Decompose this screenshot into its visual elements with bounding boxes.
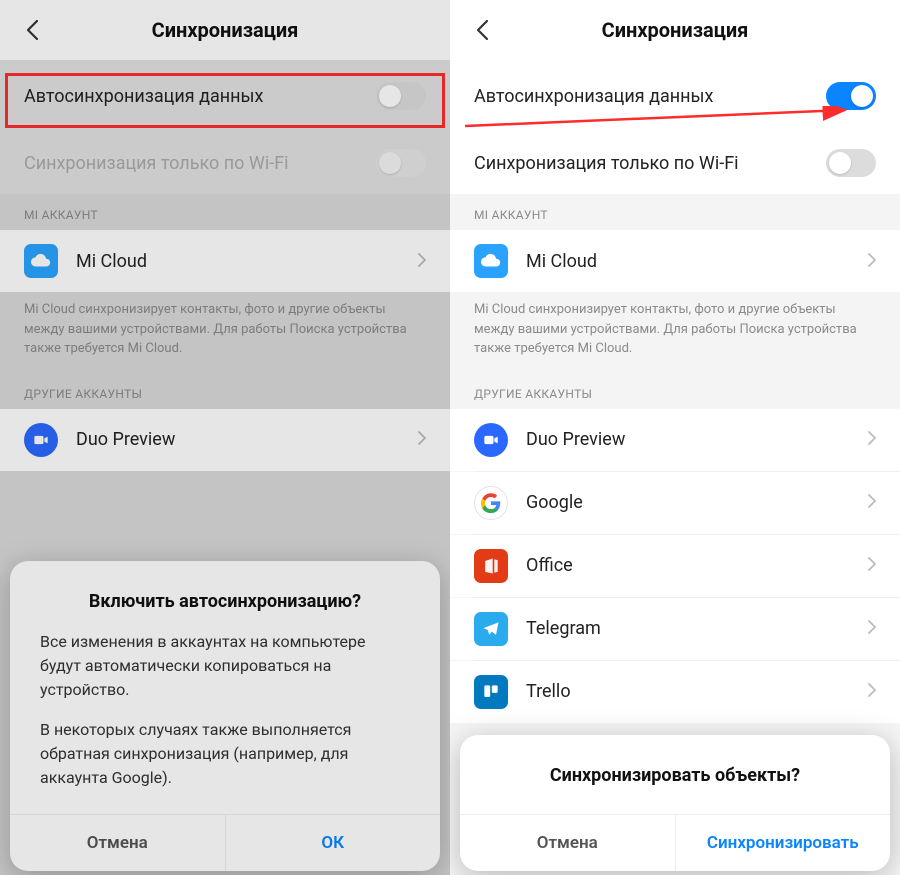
google-icon	[474, 486, 508, 520]
mi-cloud-item[interactable]: Mi Cloud	[0, 230, 450, 292]
chevron-right-icon	[418, 430, 426, 449]
dialog-confirm-button[interactable]: Синхронизировать	[675, 815, 891, 871]
chevron-right-icon	[418, 252, 426, 271]
cloud-icon	[474, 244, 508, 278]
header: Синхронизация	[450, 0, 900, 60]
account-google-label: Google	[526, 492, 868, 513]
header: Синхронизация	[0, 0, 450, 60]
mi-cloud-label: Mi Cloud	[526, 251, 868, 272]
chevron-right-icon	[868, 682, 876, 701]
account-telegram-label: Telegram	[526, 618, 868, 639]
cloud-icon	[24, 244, 58, 278]
left-screenshot: Синхронизация Автосинхронизация данных С…	[0, 0, 450, 875]
dialog-cancel-button[interactable]: Отмена	[10, 815, 225, 871]
trello-icon	[474, 675, 508, 709]
account-duo-label: Duo Preview	[526, 429, 868, 450]
chevron-right-icon	[868, 252, 876, 271]
chevron-right-icon	[868, 493, 876, 512]
chevron-right-icon	[868, 619, 876, 638]
mi-cloud-item[interactable]: Mi Cloud	[450, 230, 900, 292]
account-trello-label: Trello	[526, 681, 868, 702]
autosync-label: Автосинхронизация данных	[474, 86, 826, 107]
section-mi-header: MI АККАУНТ	[0, 194, 450, 230]
wifi-only-row[interactable]: Синхронизация только по Wi-Fi	[450, 132, 900, 194]
telegram-icon	[474, 612, 508, 646]
autosync-row[interactable]: Автосинхронизация данных	[450, 60, 900, 132]
dialog-title: Синхронизировать объекты?	[460, 735, 890, 814]
chevron-right-icon	[868, 556, 876, 575]
section-mi-header: MI АККАУНТ	[450, 194, 900, 230]
wifi-only-toggle[interactable]	[826, 149, 876, 177]
mi-cloud-desc: Mi Cloud синхронизирует контакты, фото и…	[450, 292, 900, 373]
page-title: Синхронизация	[20, 18, 430, 42]
wifi-only-row: Синхронизация только по Wi-Fi	[0, 132, 450, 194]
account-office[interactable]: Office	[450, 535, 900, 597]
dialog-actions: Отмена Синхронизировать	[460, 814, 890, 871]
account-duo-label: Duo Preview	[76, 429, 418, 450]
autosync-dialog: Включить автосинхронизацию? Все изменени…	[10, 561, 440, 871]
dialog-actions: Отмена ОК	[10, 814, 440, 871]
duo-icon	[474, 423, 508, 457]
dialog-title: Включить автосинхронизацию?	[10, 561, 440, 630]
autosync-toggle[interactable]	[376, 82, 426, 110]
sync-dialog: Синхронизировать объекты? Отмена Синхрон…	[460, 735, 890, 871]
wifi-only-label: Синхронизация только по Wi-Fi	[24, 153, 376, 174]
autosync-label: Автосинхронизация данных	[24, 86, 376, 107]
account-office-label: Office	[526, 555, 868, 576]
dialog-body: Все изменения в аккаунтах на компьютере …	[10, 630, 440, 814]
page-title: Синхронизация	[470, 18, 880, 42]
mi-cloud-desc: Mi Cloud синхронизирует контакты, фото и…	[0, 292, 450, 373]
duo-icon	[24, 423, 58, 457]
dialog-cancel-button[interactable]: Отмена	[460, 815, 675, 871]
account-duo[interactable]: Duo Preview	[0, 409, 450, 471]
wifi-only-toggle	[376, 149, 426, 177]
office-icon	[474, 549, 508, 583]
account-telegram[interactable]: Telegram	[450, 598, 900, 660]
wifi-only-label: Синхронизация только по Wi-Fi	[474, 153, 826, 174]
account-google[interactable]: Google	[450, 472, 900, 534]
right-screenshot: Синхронизация Автосинхронизация данных С…	[450, 0, 900, 875]
account-duo[interactable]: Duo Preview	[450, 409, 900, 471]
autosync-row[interactable]: Автосинхронизация данных	[0, 60, 450, 132]
autosync-toggle[interactable]	[826, 82, 876, 110]
chevron-right-icon	[868, 430, 876, 449]
dialog-ok-button[interactable]: ОК	[225, 815, 441, 871]
section-other-header: ДРУГИЕ АККАУНТЫ	[0, 373, 450, 409]
section-other-header: ДРУГИЕ АККАУНТЫ	[450, 373, 900, 409]
mi-cloud-label: Mi Cloud	[76, 251, 418, 272]
account-trello[interactable]: Trello	[450, 661, 900, 723]
